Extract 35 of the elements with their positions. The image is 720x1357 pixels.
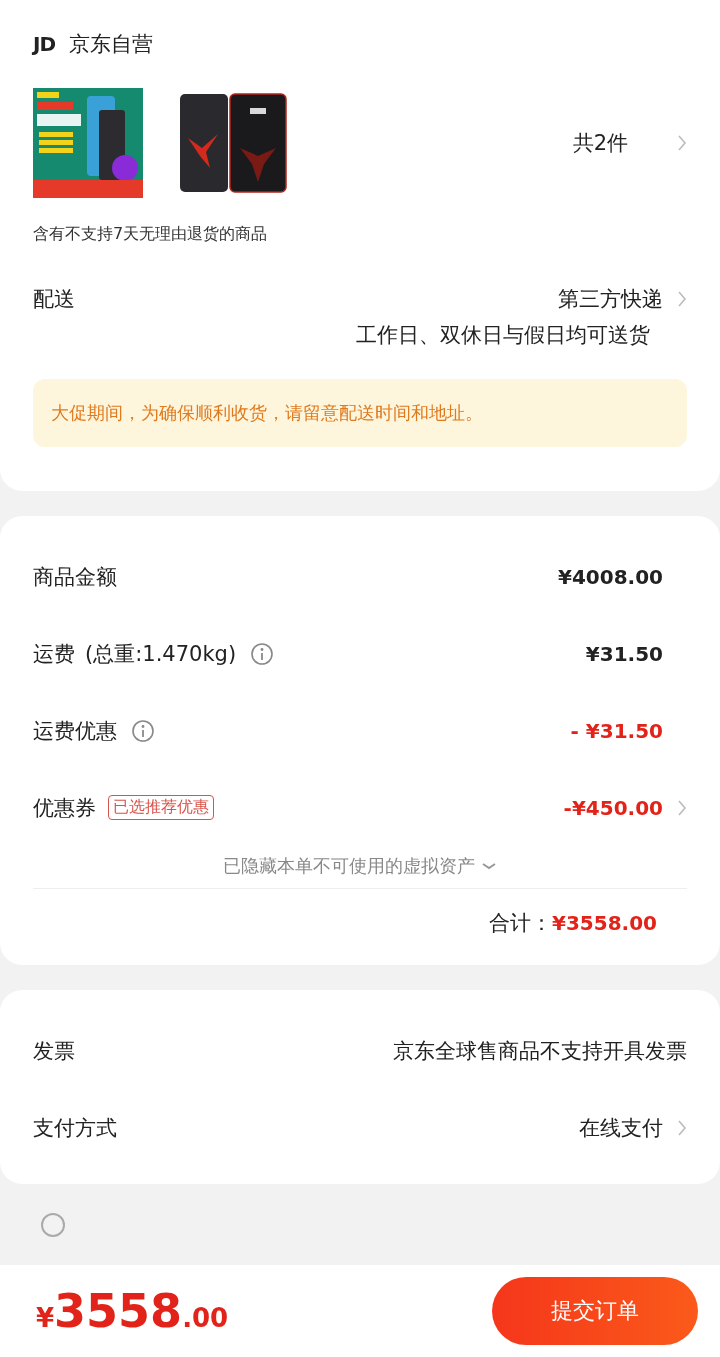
option-value[interactable]: 在线支付 [579,1113,663,1142]
weight-detail: (总重:1.470kg) [85,640,237,668]
return-policy-note: 含有不支持7天无理由退货的商品 [33,224,269,245]
hidden-assets-toggle[interactable]: 已隐藏本单不可使用的虚拟资产 [223,854,475,878]
delivery-schedule: 工作日、双休日与假日均可送货 [356,322,650,349]
cost-label: 运费 [33,640,75,668]
chevron-down-icon [481,861,497,871]
submit-order-button[interactable]: 提交订单 [492,1277,698,1345]
cost-value: - ¥31.50 [570,718,663,743]
cost-label: 优惠券 [33,794,96,822]
store-logo: JD [33,32,56,56]
option-label: 支付方式 [33,1114,117,1142]
store-name: 京东自营 [69,31,154,58]
delivery-label: 配送 [33,286,75,313]
info-icon [131,718,155,743]
total-value: ¥3558.00 [552,911,657,935]
info-icon [250,641,275,666]
cost-value: ¥4008.00 [558,564,663,589]
delivery-method[interactable]: 第三方快递 [558,285,663,313]
cost-label: 商品金额 [33,563,117,591]
promo-notice: 大促期间，为确保顺利收货，请留意配送时间和地址。 [33,379,687,447]
option-value: 京东全球售商品不支持开具发票 [393,1037,687,1065]
chevron-right-icon [677,798,687,817]
option-label: 发票 [33,1037,75,1065]
coupon-tag: 已选推荐优惠 [108,795,214,820]
item-count[interactable]: 共2件 [572,129,628,157]
cost-value: -¥450.00 [563,795,663,820]
chevron-right-icon [677,1118,687,1137]
radio-button[interactable] [40,1212,66,1238]
total-label: 合计： [489,910,552,937]
chevron-right-icon [677,290,687,308]
chevron-right-icon [677,134,687,152]
cost-label: 运费优惠 [33,717,117,745]
cost-value: ¥31.50 [585,641,663,666]
total-price: ¥3558.00 [36,1284,229,1338]
